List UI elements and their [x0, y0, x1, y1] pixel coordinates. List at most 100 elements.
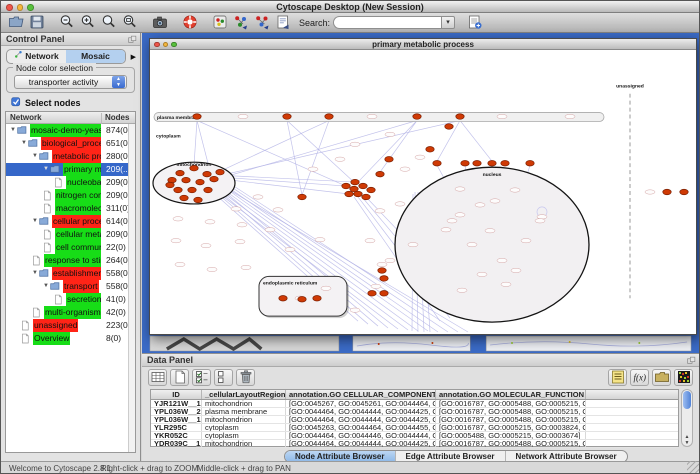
- matrix-view-icon: [676, 369, 692, 387]
- annotations-button[interactable]: [272, 14, 293, 32]
- tab-mosaic[interactable]: Mosaic: [66, 50, 125, 63]
- delete-attribute-button[interactable]: [236, 369, 255, 386]
- matrix-view-button[interactable]: [674, 369, 693, 386]
- zoom-out-button[interactable]: [56, 14, 77, 32]
- layout-b-button[interactable]: [251, 14, 272, 32]
- search-dropdown-button[interactable]: ▾: [441, 16, 455, 29]
- attribute-table-header[interactable]: ID_cellularLayoutRegionannotation.GO CEL…: [151, 390, 678, 400]
- table-row[interactable]: YPL036W__2plasma membrane[GO:0044464, GO…: [151, 408, 678, 416]
- expand-triangle-icon[interactable]: ▼: [31, 215, 39, 228]
- table-column-header[interactable]: annotation.GO MOLECULAR_FUNCTION: [436, 390, 586, 399]
- select-attributes-button[interactable]: [148, 369, 167, 386]
- vizmapper-button[interactable]: [209, 14, 230, 32]
- layout-a-button[interactable]: [230, 14, 251, 32]
- select-nodes-checkbox[interactable]: [11, 97, 21, 109]
- table-cell: [GO:0045267, GO:0045261, GO:0044464, G..…: [286, 400, 436, 407]
- search-input[interactable]: [333, 16, 441, 29]
- table-column-header[interactable]: [586, 390, 684, 399]
- expand-triangle-icon[interactable]: ▼: [9, 124, 17, 137]
- tree-row-label: nitrogen compo: [55, 189, 101, 202]
- save-button[interactable]: [26, 14, 47, 32]
- network-canvas[interactable]: plasma membranecytoplasmmitochondrionnuc…: [150, 50, 696, 334]
- data-panel-header: Data Panel: [142, 354, 699, 367]
- network-view-window[interactable]: primary metabolic process plasma membran…: [149, 38, 697, 335]
- minimize-button[interactable]: [17, 4, 24, 11]
- network-file-icon: [53, 177, 66, 188]
- table-scrollbar[interactable]: ▲▼: [681, 389, 693, 447]
- attribute-table[interactable]: ID_cellularLayoutRegionannotation.GO CEL…: [150, 389, 679, 447]
- network-close-button[interactable]: [154, 42, 160, 48]
- close-button[interactable]: [6, 4, 13, 11]
- expand-triangle-icon[interactable]: ▼: [42, 163, 50, 176]
- tree-row[interactable]: ▼primary metabo209(...: [6, 163, 135, 176]
- tree-row[interactable]: ▼mosaic-demo-yeast874(0): [6, 124, 135, 137]
- tree-row[interactable]: ▼establishment of lo558(0): [6, 267, 135, 280]
- scrollbar-thumb[interactable]: [683, 391, 691, 409]
- tree-scrollbar[interactable]: [128, 124, 135, 452]
- tab-network-label: Network: [25, 50, 59, 63]
- network-zoom-button[interactable]: [171, 42, 177, 48]
- zoom-in-button[interactable]: [77, 14, 98, 32]
- table-row[interactable]: YPL036W__1mitochondrion[GO:0044464, GO:0…: [151, 416, 678, 424]
- zoom-fit-button[interactable]: [98, 14, 119, 32]
- expand-triangle-icon[interactable]: ▼: [42, 280, 50, 293]
- table-column-header[interactable]: ID: [151, 390, 202, 399]
- tree-row[interactable]: secretion41(0): [6, 293, 135, 306]
- tree-row[interactable]: Overview8(0): [6, 332, 135, 345]
- tree-row[interactable]: macromolecule311(0): [6, 202, 135, 215]
- select-nodes-row: Select nodes: [11, 97, 81, 109]
- table-column-header[interactable]: annotation.GO CELLULAR_COMPONENT: [286, 390, 436, 399]
- tree-header[interactable]: Network Nodes: [6, 112, 135, 124]
- tree-row[interactable]: ▼biological_process651(0): [6, 137, 135, 150]
- app-titlebar[interactable]: Cytoscape Desktop (New Session): [1, 1, 699, 13]
- zoom-button[interactable]: [27, 4, 34, 11]
- network-minimize-button[interactable]: [163, 42, 169, 48]
- zoom-selected-button[interactable]: [119, 14, 140, 32]
- tree-row[interactable]: nucleobase-209(0): [6, 176, 135, 189]
- select-all-attributes-button[interactable]: [192, 369, 211, 386]
- resize-grip[interactable]: [687, 461, 699, 473]
- window-controls: [6, 4, 34, 11]
- dropdown-value: transporter activity: [15, 77, 112, 87]
- node-color-dropdown[interactable]: transporter activity ▲▼: [14, 75, 127, 89]
- import-table-button[interactable]: [464, 14, 485, 32]
- table-row[interactable]: YLR295Ccytoplasm[GO:0045263, GO:0044464,…: [151, 424, 678, 432]
- expand-triangle-icon[interactable]: ▼: [31, 267, 39, 280]
- tree-row[interactable]: ▼transport558(0): [6, 280, 135, 293]
- open-button[interactable]: [5, 14, 26, 32]
- unselect-all-attributes-button[interactable]: [214, 369, 233, 386]
- tree-row[interactable]: cellular metabo209(0): [6, 228, 135, 241]
- tab-network[interactable]: Network: [7, 50, 66, 63]
- network-window-controls: [154, 42, 177, 48]
- table-cell: mitochondrion: [202, 416, 286, 423]
- snapshot-button[interactable]: [149, 14, 170, 32]
- table-row[interactable]: YJR121W__1mitochondrion[GO:0045267, GO:0…: [151, 400, 678, 408]
- tree-row-label: primary metabo: [63, 163, 101, 176]
- table-cell: [GO:0016787, GO:0005488, GO:0005215, G..…: [436, 400, 586, 407]
- help-button[interactable]: [179, 14, 200, 32]
- tree-row[interactable]: cell communicat22(0): [6, 241, 135, 254]
- tree-row[interactable]: ▼cellular process614(0): [6, 215, 135, 228]
- table-column-header[interactable]: _cellularLayoutRegion: [202, 390, 286, 399]
- tab-overflow-button[interactable]: ▶: [131, 53, 136, 61]
- dropdown-stepper-icon: ▲▼: [112, 76, 125, 88]
- table-cell: [GO:0005488, GO:0005215, GO:0003674]: [436, 432, 586, 439]
- expand-triangle-icon[interactable]: ▼: [31, 150, 39, 163]
- tree-row[interactable]: multi-organism pro42(0): [6, 306, 135, 319]
- create-attribute-button[interactable]: [170, 369, 189, 386]
- tree-row-label: cellular metabo: [55, 228, 101, 241]
- tree-row[interactable]: nitrogen compo209(0): [6, 189, 135, 202]
- network-window-titlebar[interactable]: primary metabolic process: [150, 39, 696, 50]
- expand-triangle-icon[interactable]: ▼: [20, 137, 28, 150]
- function-builder-button[interactable]: f(x): [630, 369, 649, 386]
- tree-row[interactable]: response to stimul264(0): [6, 254, 135, 267]
- scrollbar-arrows[interactable]: ▲▼: [682, 434, 692, 446]
- tree-row[interactable]: unassigned223(0): [6, 319, 135, 332]
- table-row[interactable]: YDR039C__1mitochondrion[GO:0044464, GO:0…: [151, 440, 678, 448]
- table-row[interactable]: YKR052Ccytoplasm[GO:0044464, GO:0044446,…: [151, 432, 678, 440]
- float-panel-icon[interactable]: [128, 35, 137, 48]
- attribute-list-button[interactable]: [608, 369, 627, 386]
- import-attributes-button[interactable]: [652, 369, 671, 386]
- zoom-selected-icon: [122, 14, 138, 32]
- tree-row[interactable]: ▼metabolic process280(0): [6, 150, 135, 163]
